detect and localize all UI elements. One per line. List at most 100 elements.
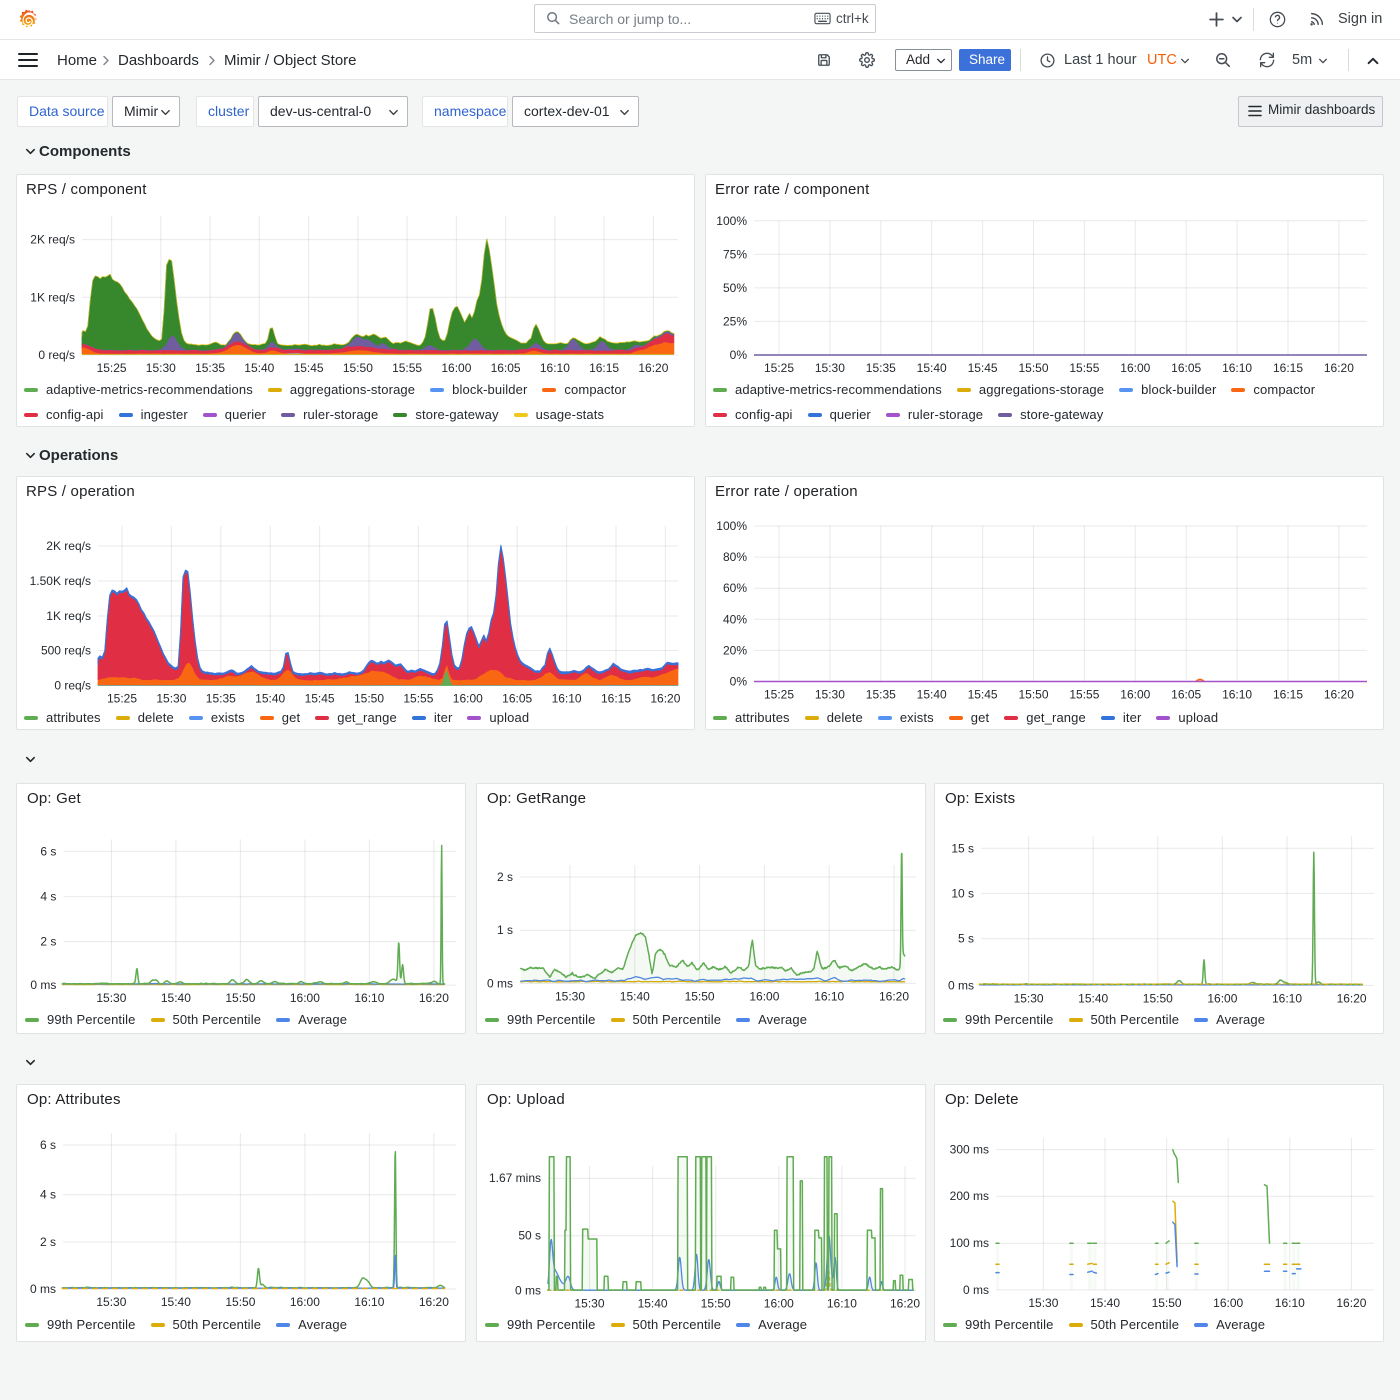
svg-text:15:50: 15:50 [685, 989, 715, 1003]
svg-text:15:25: 15:25 [107, 692, 137, 706]
svg-text:16:05: 16:05 [1171, 361, 1201, 375]
svg-text:6 s: 6 s [40, 1138, 56, 1152]
svg-text:15:30: 15:30 [815, 688, 845, 702]
svg-text:15:50: 15:50 [1143, 991, 1173, 1005]
svg-text:15:50: 15:50 [343, 361, 373, 375]
svg-text:16:15: 16:15 [589, 361, 619, 375]
svg-text:16:10: 16:10 [814, 989, 844, 1003]
svg-text:15:30: 15:30 [1014, 991, 1044, 1005]
svg-text:16:05: 16:05 [502, 692, 532, 706]
svg-text:20%: 20% [723, 643, 747, 657]
svg-text:16:00: 16:00 [453, 692, 483, 706]
svg-text:16:10: 16:10 [354, 991, 384, 1005]
svg-text:16:10: 16:10 [540, 361, 570, 375]
svg-text:15:50: 15:50 [1152, 1296, 1182, 1310]
svg-text:0 ms: 0 ms [948, 978, 974, 992]
svg-text:300 ms: 300 ms [950, 1143, 989, 1157]
svg-text:16:10: 16:10 [1222, 361, 1252, 375]
svg-text:2 s: 2 s [497, 870, 513, 884]
svg-text:15:25: 15:25 [97, 361, 127, 375]
svg-text:15:40: 15:40 [1090, 1296, 1120, 1310]
svg-text:0 ms: 0 ms [30, 978, 56, 992]
svg-text:16:00: 16:00 [1213, 1296, 1243, 1310]
svg-text:0 req/s: 0 req/s [54, 679, 91, 693]
svg-text:100 ms: 100 ms [950, 1236, 989, 1250]
svg-text:15:30: 15:30 [96, 991, 126, 1005]
svg-text:25%: 25% [723, 314, 747, 328]
svg-text:0 req/s: 0 req/s [38, 348, 75, 362]
svg-text:15:40: 15:40 [917, 361, 947, 375]
svg-text:15:55: 15:55 [403, 692, 433, 706]
svg-text:0%: 0% [730, 675, 748, 689]
svg-text:1K req/s: 1K req/s [30, 290, 75, 304]
svg-text:15:25: 15:25 [764, 688, 794, 702]
svg-text:50 s: 50 s [518, 1229, 541, 1243]
svg-text:15:55: 15:55 [1069, 361, 1099, 375]
svg-text:60%: 60% [723, 581, 747, 595]
svg-text:16:00: 16:00 [1120, 361, 1150, 375]
svg-text:15:40: 15:40 [244, 361, 274, 375]
svg-text:15:35: 15:35 [866, 688, 896, 702]
svg-text:10 s: 10 s [951, 886, 974, 900]
svg-text:15:50: 15:50 [701, 1297, 731, 1311]
svg-text:16:00: 16:00 [441, 361, 471, 375]
svg-text:4 s: 4 s [40, 1188, 56, 1202]
svg-text:16:10: 16:10 [1272, 991, 1302, 1005]
svg-text:15:40: 15:40 [161, 991, 191, 1005]
svg-text:16:20: 16:20 [419, 991, 449, 1005]
svg-text:200 ms: 200 ms [950, 1189, 989, 1203]
svg-text:15:55: 15:55 [1069, 688, 1099, 702]
svg-text:16:10: 16:10 [1222, 688, 1252, 702]
svg-text:100%: 100% [716, 519, 747, 533]
svg-text:0 ms: 0 ms [963, 1283, 989, 1297]
svg-text:16:20: 16:20 [638, 361, 668, 375]
svg-text:15:40: 15:40 [1078, 991, 1108, 1005]
svg-text:80%: 80% [723, 550, 747, 564]
svg-text:16:20: 16:20 [650, 692, 680, 706]
svg-text:16:15: 16:15 [1273, 688, 1303, 702]
svg-text:16:20: 16:20 [1324, 688, 1354, 702]
svg-text:16:20: 16:20 [890, 1297, 920, 1311]
svg-text:15:45: 15:45 [305, 692, 335, 706]
svg-text:16:10: 16:10 [354, 1295, 384, 1309]
svg-text:16:15: 16:15 [601, 692, 631, 706]
svg-text:100%: 100% [716, 214, 747, 228]
svg-text:16:20: 16:20 [419, 1295, 449, 1309]
svg-text:75%: 75% [723, 247, 747, 261]
svg-text:15:35: 15:35 [866, 361, 896, 375]
svg-text:15:40: 15:40 [917, 688, 947, 702]
svg-text:0%: 0% [730, 348, 748, 362]
svg-text:15:25: 15:25 [764, 361, 794, 375]
svg-text:16:00: 16:00 [1120, 688, 1150, 702]
svg-text:16:10: 16:10 [827, 1297, 857, 1311]
svg-text:4 s: 4 s [40, 890, 56, 904]
svg-text:15:30: 15:30 [1028, 1296, 1058, 1310]
svg-text:15:55: 15:55 [392, 361, 422, 375]
svg-text:16:00: 16:00 [290, 991, 320, 1005]
svg-text:15:45: 15:45 [294, 361, 324, 375]
svg-text:15:50: 15:50 [354, 692, 384, 706]
svg-text:0 ms: 0 ms [515, 1284, 541, 1298]
svg-text:15:50: 15:50 [1018, 361, 1048, 375]
svg-text:1.50K req/s: 1.50K req/s [30, 574, 91, 588]
svg-text:15:45: 15:45 [968, 361, 998, 375]
svg-text:16:20: 16:20 [1336, 1296, 1366, 1310]
svg-text:15:35: 15:35 [206, 692, 236, 706]
svg-text:0 ms: 0 ms [487, 976, 513, 990]
svg-text:15:30: 15:30 [156, 692, 186, 706]
svg-text:16:00: 16:00 [1207, 991, 1237, 1005]
svg-text:15:35: 15:35 [195, 361, 225, 375]
svg-text:2K req/s: 2K req/s [30, 233, 75, 247]
svg-text:15:30: 15:30 [555, 989, 585, 1003]
svg-text:2K req/s: 2K req/s [46, 539, 91, 553]
svg-text:2 s: 2 s [40, 1235, 56, 1249]
svg-text:15:40: 15:40 [620, 989, 650, 1003]
svg-text:5 s: 5 s [958, 932, 974, 946]
svg-text:15:30: 15:30 [96, 1295, 126, 1309]
svg-text:15:30: 15:30 [574, 1297, 604, 1311]
svg-text:16:15: 16:15 [1273, 361, 1303, 375]
svg-text:16:00: 16:00 [290, 1295, 320, 1309]
svg-text:2 s: 2 s [40, 935, 56, 949]
svg-text:15:40: 15:40 [161, 1295, 191, 1309]
svg-text:1 s: 1 s [497, 923, 513, 937]
